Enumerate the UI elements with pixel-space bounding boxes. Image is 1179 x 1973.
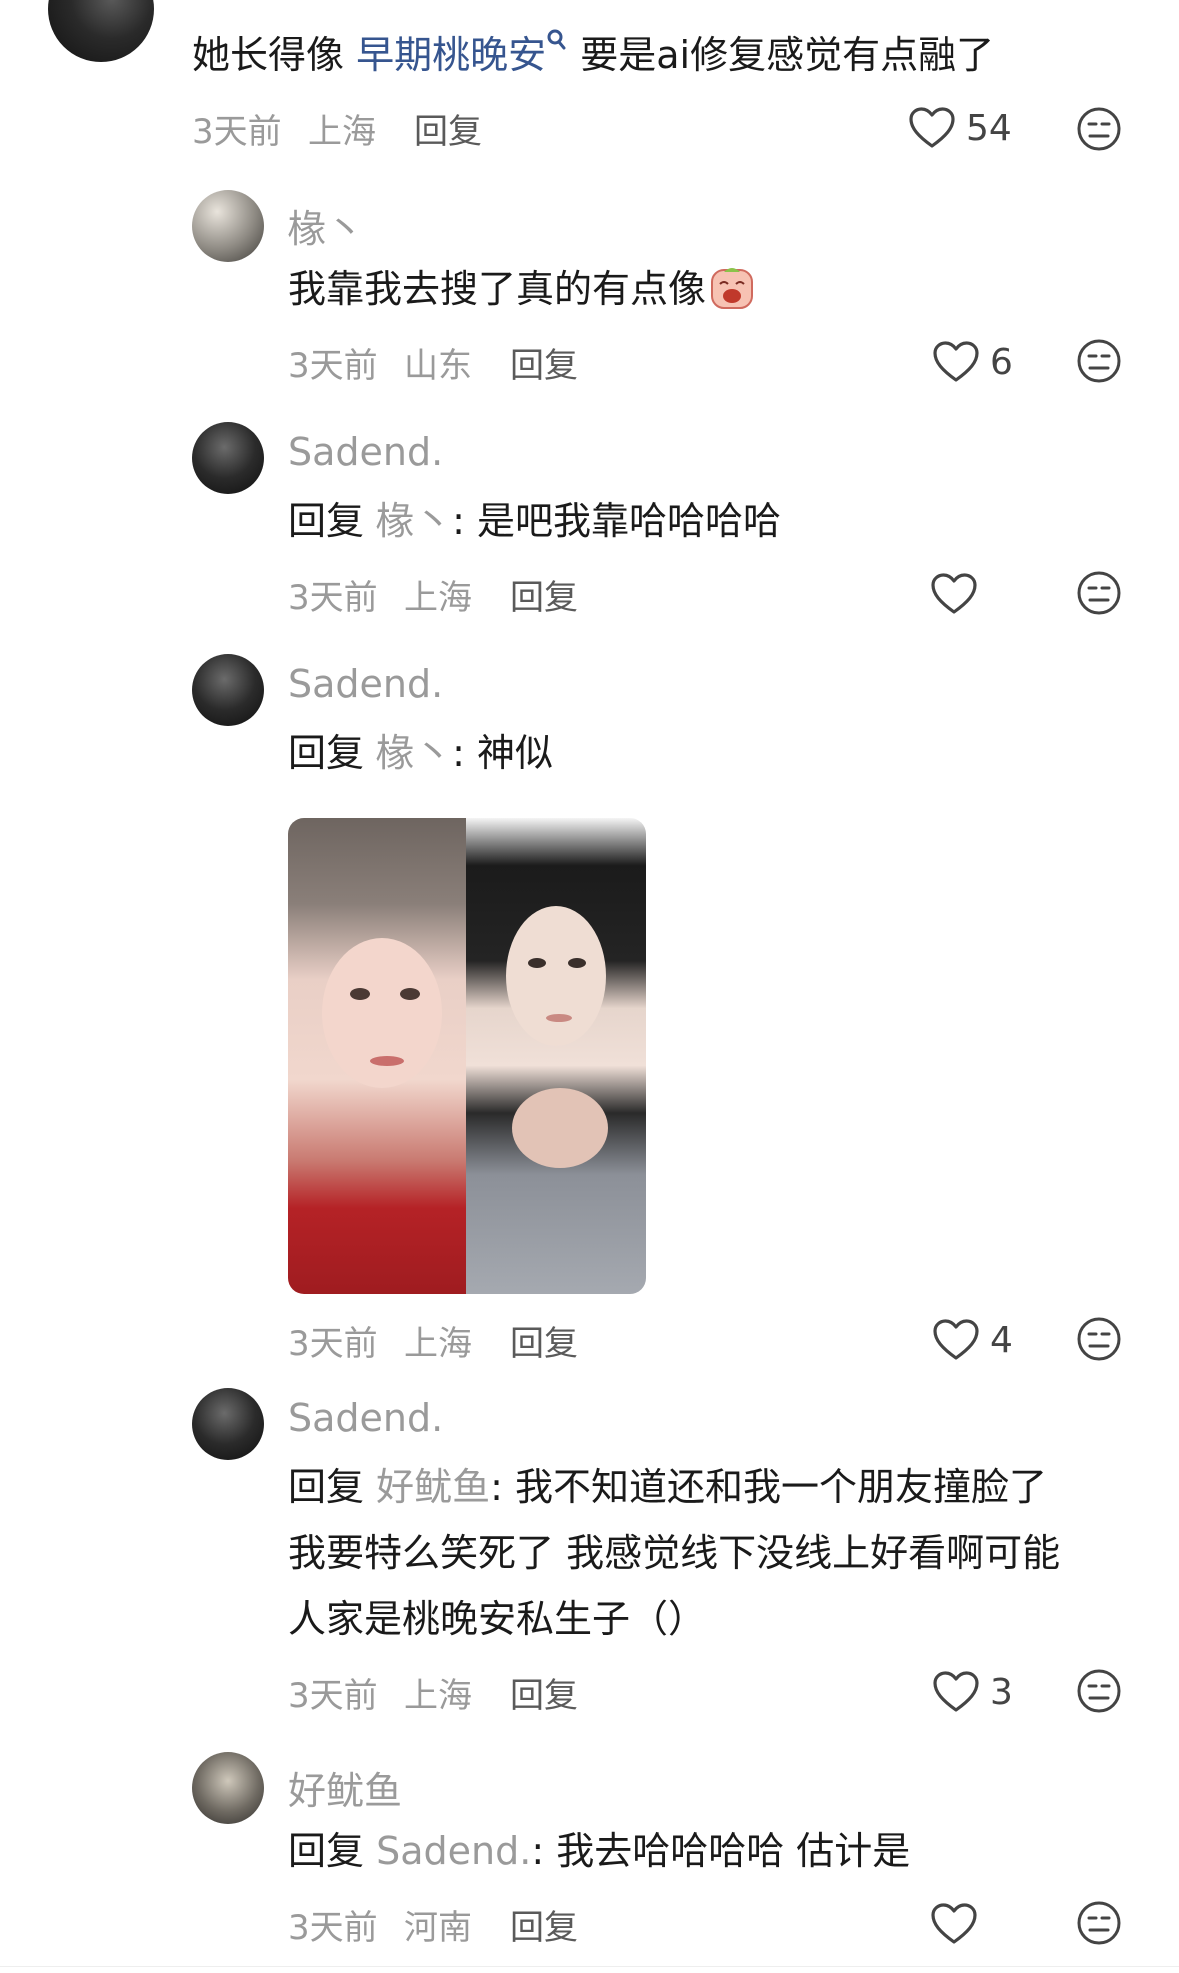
comment-location: 河南	[404, 1908, 472, 1948]
username[interactable]: Sadend.	[288, 1396, 443, 1440]
comment-text: 我靠我去搜了真的有点像	[288, 256, 754, 322]
like-count: 4	[990, 1320, 1013, 1361]
neutral-face-icon[interactable]	[1076, 1316, 1122, 1362]
comment-content: 我靠我去搜了真的有点像	[288, 267, 707, 311]
heart-outline-icon[interactable]	[932, 340, 980, 384]
comment-text-line-1: 回复 好鱿鱼: 我不知道还和我一个朋友撞脸了	[288, 1454, 1047, 1520]
comment-text-suffix: 要是ai修复感觉有点融了	[580, 33, 995, 77]
photo-right-portrait	[466, 818, 646, 1294]
heart-outline-icon[interactable]	[932, 1318, 980, 1362]
comment-time: 3天前	[288, 346, 378, 386]
comment-location: 上海	[404, 578, 472, 618]
divider	[0, 1966, 1179, 1967]
username[interactable]: 椽丶	[288, 198, 364, 253]
comment-content: : 我去哈哈哈哈 估计是	[531, 1829, 911, 1873]
comment-time: 3天前	[288, 1908, 378, 1948]
reply-to-username[interactable]: 椽丶	[376, 499, 452, 543]
reply-prefix: 回复	[288, 1465, 365, 1509]
like-count: 6	[990, 342, 1013, 383]
comment-content: : 是吧我靠哈哈哈哈	[452, 499, 782, 543]
like-count: 54	[966, 108, 1012, 149]
username[interactable]: Sadend.	[288, 430, 443, 474]
reply-prefix: 回复	[288, 499, 365, 543]
comment-text: 她长得像 早期桃晚安 要是ai修复感觉有点融了	[192, 22, 994, 88]
reply-to-username[interactable]: 椽丶	[376, 731, 452, 775]
neutral-face-icon[interactable]	[1076, 1900, 1122, 1946]
avatar[interactable]	[48, 0, 154, 62]
comment-image[interactable]	[288, 818, 646, 1294]
avatar[interactable]	[192, 190, 264, 262]
avatar[interactable]	[192, 654, 264, 726]
comment-text-line-2: 我要特么笑死了 我感觉线下没线上好看啊可能	[288, 1531, 1061, 1575]
comment-location: 上海	[308, 112, 376, 152]
heart-outline-icon[interactable]	[930, 1902, 978, 1946]
reply-button[interactable]: 回复	[510, 1900, 578, 1949]
comment-text: 回复 椽丶: 神似	[288, 720, 553, 786]
reply-to-username[interactable]: Sadend.	[376, 1829, 531, 1873]
reply-prefix: 回复	[288, 731, 365, 775]
username[interactable]: Sadend.	[288, 662, 443, 706]
reply-prefix: 回复	[288, 1829, 365, 1873]
reply-button[interactable]: 回复	[510, 570, 578, 619]
avatar[interactable]	[192, 1388, 264, 1460]
username[interactable]: 好鱿鱼	[288, 1760, 402, 1815]
heart-outline-icon[interactable]	[908, 106, 956, 150]
comment-text-prefix: 她长得像	[192, 33, 345, 77]
reply-button[interactable]: 回复	[510, 1668, 578, 1717]
avatar[interactable]	[192, 1752, 264, 1824]
reply-to-username[interactable]: 好鱿鱼	[376, 1465, 490, 1509]
comment-text: 回复 Sadend.: 我去哈哈哈哈 估计是	[288, 1818, 910, 1884]
neutral-face-icon[interactable]	[1076, 1668, 1122, 1714]
like-count: 3	[990, 1672, 1013, 1713]
comment-time: 3天前	[288, 1324, 378, 1364]
neutral-face-icon[interactable]	[1076, 106, 1122, 152]
comment-location: 上海	[404, 1324, 472, 1364]
neutral-face-icon[interactable]	[1076, 570, 1122, 616]
comment-content: : 神似	[452, 731, 554, 775]
comment-location: 上海	[404, 1676, 472, 1716]
crying-face-emoji	[711, 268, 754, 309]
search-icon[interactable]	[546, 28, 568, 54]
comment-location: 山东	[404, 346, 472, 386]
comment-time: 3天前	[288, 578, 378, 618]
reply-button[interactable]: 回复	[414, 104, 482, 153]
comment-time: 3天前	[192, 112, 282, 152]
neutral-face-icon[interactable]	[1076, 338, 1122, 384]
avatar[interactable]	[192, 422, 264, 494]
mention-link[interactable]: 早期桃晚安	[356, 33, 546, 77]
comment-content: : 我不知道还和我一个朋友撞脸了	[490, 1465, 1048, 1509]
heart-outline-icon[interactable]	[930, 572, 978, 616]
reply-button[interactable]: 回复	[510, 338, 578, 387]
comment-text-line-3: 人家是桃晚安私生子（）	[288, 1597, 707, 1641]
photo-left-portrait	[288, 818, 466, 1294]
heart-outline-icon[interactable]	[932, 1670, 980, 1714]
comment-time: 3天前	[288, 1676, 378, 1716]
comment-text: 回复 椽丶: 是吧我靠哈哈哈哈	[288, 488, 781, 554]
reply-button[interactable]: 回复	[510, 1316, 578, 1365]
